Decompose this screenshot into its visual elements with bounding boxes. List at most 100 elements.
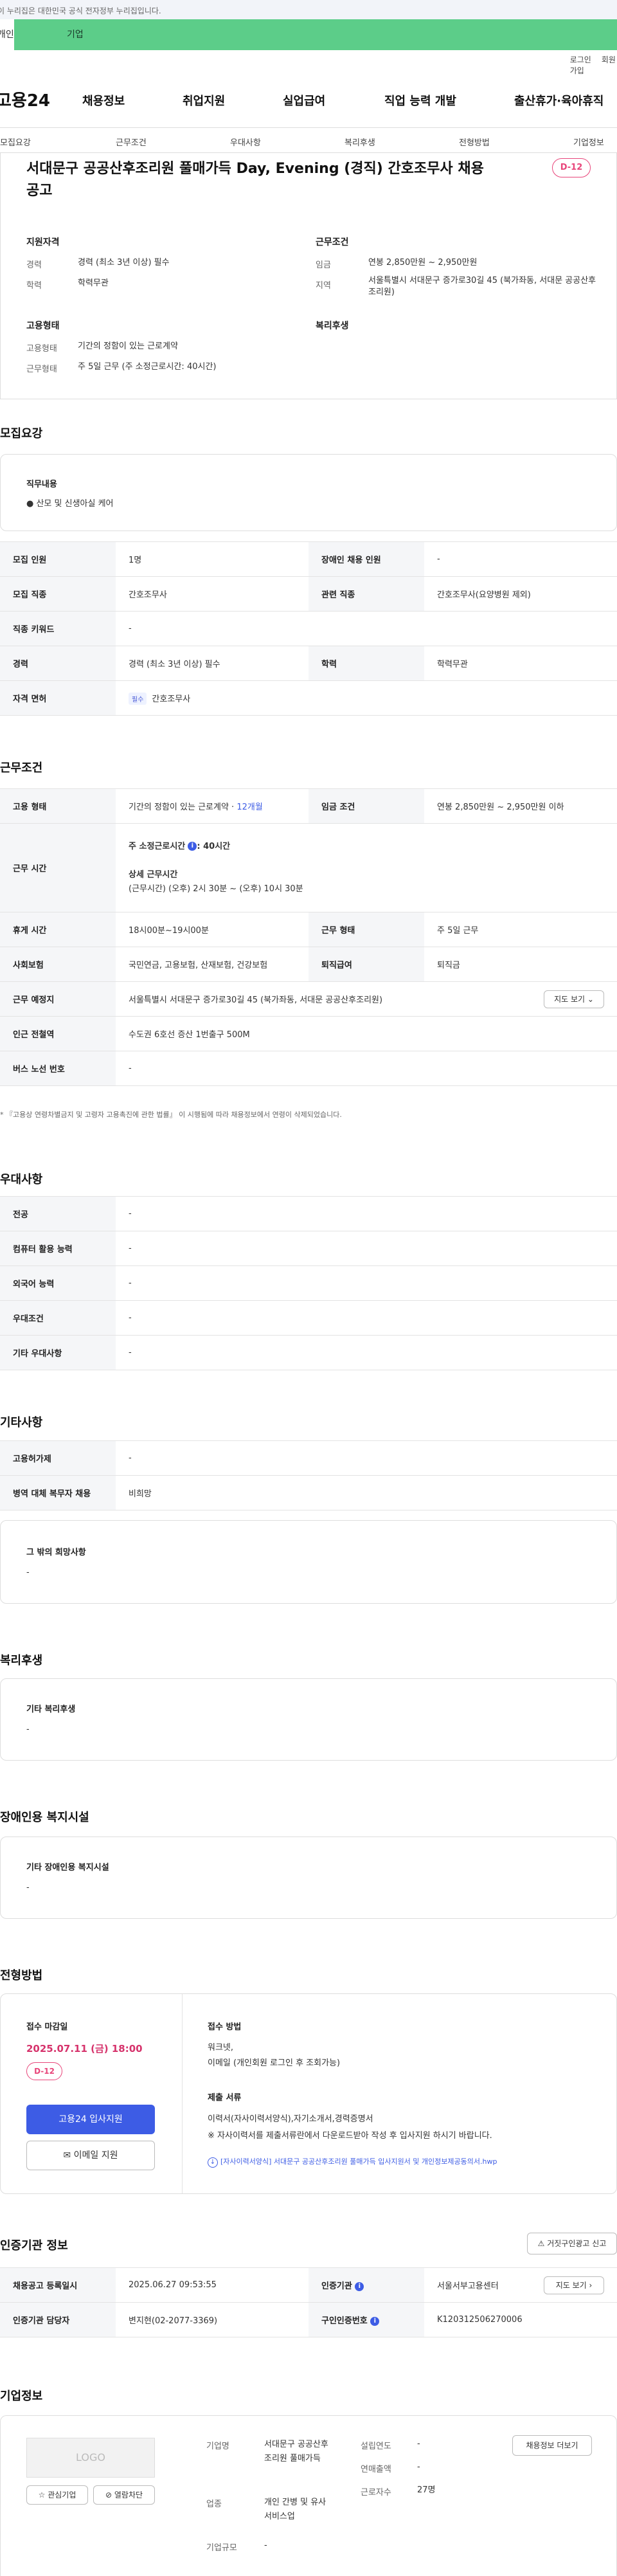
- block-company-button[interactable]: ⊘ 열람차단: [93, 2485, 155, 2505]
- table-row: 모집 인원 1명 장애인 채용 인원 -: [0, 541, 617, 577]
- welfare-heading: 복리후생: [316, 321, 349, 331]
- table-row: 인근 전철역 수도권 6호선 증산 1번출구 500M: [0, 1016, 617, 1051]
- process-card: 접수 마감일 2025.07.11 (금) 18:00 D-12 고용24 입사…: [0, 1993, 617, 2194]
- table-cell: -: [424, 541, 617, 577]
- info-icon[interactable]: i: [188, 842, 197, 851]
- anchor-benefit[interactable]: 복리후생: [344, 136, 375, 148]
- chevron-down-icon: ⌄: [587, 995, 594, 1004]
- map-button[interactable]: 지도 보기 ⌄: [544, 990, 604, 1008]
- facility-heading: 기타 장애인용 복지시설: [26, 1863, 109, 1873]
- anchor-process[interactable]: 전형방법: [459, 136, 490, 148]
- table-row: 병역 대체 복무자 채용 비희망: [0, 1475, 617, 1510]
- table-cell: -: [116, 1231, 617, 1266]
- info-icon[interactable]: i: [370, 2316, 380, 2326]
- org-map-label: 지도 보기: [555, 2281, 587, 2290]
- method-value: 워크넷, 이메일 (개인회원 로그인 후 조회가능): [208, 2043, 341, 2068]
- table-row: 인증기관 담당자 변지현(02-2077-3369) 구인인증번호 i K120…: [0, 2302, 617, 2337]
- favorite-company-button[interactable]: ☆ 관심기업: [26, 2485, 88, 2505]
- table-header-cell: 학력: [308, 646, 424, 681]
- mail-icon: ✉: [63, 2150, 71, 2161]
- workplace-address: 서울특별시 서대문구 증가로30길 45 (북가좌동, 서대문 공공산후조리원): [129, 995, 383, 1005]
- anchor-pref[interactable]: 우대사항: [230, 136, 261, 148]
- work-table: 고용 형태 기간의 정함이 있는 근로계약 · 12개월 임금 조건 연봉 2,…: [0, 788, 617, 1086]
- table-row: 채용공고 등록일시 2025.06.27 09:53:55 인증기관 i 서울서…: [0, 2267, 617, 2303]
- deadline-heading: 접수 마감일: [26, 2022, 68, 2032]
- id-key: 구인인증번호: [321, 2316, 368, 2326]
- report-fake-ad-button[interactable]: ⚠ 거짓구인광고 신고: [527, 2233, 617, 2254]
- table-row: 직종 키워드 -: [0, 611, 617, 646]
- cond-heading: 근무조건: [316, 237, 349, 248]
- info-icon[interactable]: i: [355, 2281, 364, 2291]
- table-header-cell: 고용 형태: [0, 788, 116, 824]
- company-logo: LOGO: [26, 2438, 155, 2478]
- divider: [182, 1994, 183, 2193]
- table-row: 경력 경력 (최소 3년 이상) 필수 학력 학력무관: [0, 646, 617, 681]
- hope-heading: 그 밖의 희망사항: [26, 1548, 86, 1557]
- table-row: 컴퓨터 활용 능력 -: [0, 1231, 617, 1266]
- table-header-cell: 인근 전철역: [0, 1016, 116, 1051]
- company-industry: 개인 간병 및 유사 서비스업: [264, 2498, 326, 2521]
- org-map-button[interactable]: 지도 보기 ›: [544, 2276, 604, 2294]
- login-link[interactable]: 로그인: [570, 55, 591, 64]
- gnb-item-jobs[interactable]: 채용정보: [82, 92, 125, 109]
- gnb-item-employment-support[interactable]: 취업지원: [183, 92, 225, 109]
- company-size: -: [264, 2541, 267, 2550]
- table-cell: 주 5일 근무: [424, 912, 617, 947]
- table-header-cell: 구인인증번호 i: [308, 2302, 424, 2337]
- tab-personal[interactable]: 개인: [0, 19, 14, 50]
- table-header-cell: 인증기관 i: [308, 2267, 424, 2303]
- emp-key: 고용형태: [26, 344, 57, 354]
- table-header-cell: 사회보험: [0, 947, 116, 982]
- license-value: 간호조무사: [152, 694, 191, 704]
- deadline-value: 2025.07.11 (금) 18:00: [26, 2043, 143, 2054]
- anchor-recruit[interactable]: 모집요강: [0, 136, 31, 148]
- table-cell: 경력 (최소 3년 이상) 필수: [116, 646, 308, 681]
- table-header-cell: 직종 키워드: [0, 611, 116, 646]
- duty-label: 직무내용: [26, 480, 57, 489]
- table-cell: 연봉 2,850만원 ~ 2,950만원 이하: [424, 788, 617, 824]
- table-header-cell: 경력: [0, 646, 116, 681]
- dday-badge: D-12: [26, 2062, 62, 2080]
- section-title-recruit: 모집요강: [0, 427, 43, 440]
- detail-hours-value: (근무시간) (오후) 2시 30분 ~ (오후) 10시 30분: [129, 884, 303, 894]
- chevron-right-icon: ›: [589, 2281, 593, 2290]
- map-button-label: 지도 보기: [554, 995, 586, 1004]
- table-cell: 수도권 6호선 증산 1번출구 500M: [116, 1016, 617, 1051]
- attachment-name: [자사이력서양식] 서대문구 공공산후조리원 풀매가득 입사지원서 및 개인정보…: [220, 2157, 497, 2166]
- company-key: 연매출액: [361, 2465, 391, 2474]
- anchor-work[interactable]: 근무조건: [116, 136, 147, 148]
- required-badge: 필수: [129, 692, 147, 705]
- attachment-link[interactable]: ↓ [자사이력서양식] 서대문구 공공산후조리원 풀매가득 입사지원서 및 개인정…: [208, 2156, 497, 2168]
- table-row: 외국어 능력 -: [0, 1265, 617, 1301]
- tab-company[interactable]: 기업: [14, 19, 617, 50]
- apply-button[interactable]: 고용24 입사지원: [26, 2105, 155, 2134]
- weekly-hours-value: : 40시간: [197, 841, 231, 851]
- more-jobs-button[interactable]: 채용정보 더보기: [512, 2435, 592, 2456]
- company-key: 근로자수: [361, 2488, 391, 2498]
- gnb-item-unemployment-benefit[interactable]: 실업급여: [283, 92, 325, 109]
- table-cell: 학력무관: [424, 646, 617, 681]
- emp-key: 근무형태: [26, 365, 57, 374]
- table-header-cell: 인증기관 담당자: [0, 2302, 116, 2337]
- table-cell: -: [116, 611, 617, 646]
- table-cell: 서울서부고용센터 지도 보기 ›: [424, 2267, 617, 2303]
- anchor-company[interactable]: 기업정보: [573, 136, 604, 148]
- star-icon: ☆: [38, 2490, 46, 2499]
- email-apply-button[interactable]: ✉ 이메일 지원: [26, 2141, 155, 2170]
- table-header-cell: 근무 시간: [0, 823, 116, 912]
- dday-badge: D-12: [552, 158, 591, 177]
- gnb-item-vocational-training[interactable]: 직업 능력 개발: [384, 92, 456, 109]
- emp-type: 기간의 정함이 있는 근로계약 ·: [129, 803, 237, 812]
- duty-text: ● 산모 및 신생아실 케어: [26, 499, 114, 509]
- table-row: 전공 -: [0, 1196, 617, 1231]
- table-row: 버스 노선 번호 -: [0, 1051, 617, 1086]
- table-header-cell: 모집 직종: [0, 576, 116, 612]
- company-sales: -: [417, 2462, 420, 2472]
- hope-value: -: [26, 1568, 30, 1577]
- section-title-work: 근무조건: [0, 761, 43, 775]
- table-header-cell: 임금 조건: [308, 788, 424, 824]
- emp-value: 기간의 정함이 있는 근로계약: [78, 341, 178, 351]
- gnb-item-parental-leave[interactable]: 출산휴가·육아휴직: [514, 92, 604, 109]
- table-cell: -: [116, 1300, 617, 1336]
- site-logo[interactable]: 고용24: [0, 87, 50, 111]
